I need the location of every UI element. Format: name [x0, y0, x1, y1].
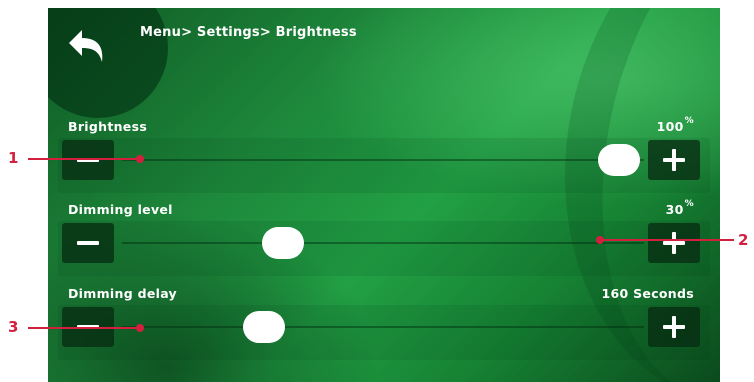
dimming-delay-increase-button[interactable] — [648, 307, 700, 347]
back-button[interactable] — [66, 24, 118, 68]
dimming-level-decrease-button[interactable] — [62, 223, 114, 263]
brightness-decrease-button[interactable] — [62, 140, 114, 180]
minus-icon — [77, 241, 99, 245]
callout-3-dot — [136, 324, 144, 332]
dimming-delay-slider-thumb[interactable] — [242, 311, 285, 343]
dimming-delay-label: Dimming delay — [68, 286, 178, 301]
row-background — [58, 305, 710, 360]
dimming-level-increase-button[interactable] — [648, 223, 700, 263]
brightness-slider[interactable] — [122, 144, 644, 176]
callout-2-number: 2 — [738, 231, 749, 249]
dimming-level-slider-thumb[interactable] — [262, 227, 304, 259]
callout-3-number: 3 — [8, 318, 19, 336]
callout-3-line — [28, 327, 140, 329]
dimming-level-value: 30% — [665, 199, 694, 218]
dimming-delay-row: Dimming delay 160 Seconds — [58, 283, 710, 363]
plus-icon — [672, 316, 676, 338]
callout-2-line — [600, 239, 734, 241]
breadcrumb: Menu> Settings> Brightness — [140, 25, 357, 40]
back-arrow-icon — [69, 30, 103, 62]
brightness-slider-thumb[interactable] — [598, 144, 640, 176]
callout-1-number: 1 — [8, 149, 19, 167]
row-background — [58, 221, 710, 276]
brightness-increase-button[interactable] — [648, 140, 700, 180]
brightness-row: Brightness 100% — [58, 116, 710, 196]
callout-2-dot — [596, 236, 604, 244]
dimming-level-label: Dimming level — [68, 202, 173, 217]
callout-1-dot — [136, 155, 144, 163]
dimming-level-slider[interactable] — [122, 227, 644, 259]
dimming-delay-value: 160 Seconds — [601, 286, 694, 301]
brightness-value: 100% — [656, 116, 694, 135]
device-screen: Menu> Settings> Brightness Brightness 10… — [48, 8, 720, 382]
callout-1-line — [28, 158, 140, 160]
brightness-label: Brightness — [68, 119, 148, 134]
plus-icon — [672, 232, 676, 254]
dimming-delay-slider[interactable] — [122, 311, 644, 343]
plus-icon — [672, 149, 676, 171]
